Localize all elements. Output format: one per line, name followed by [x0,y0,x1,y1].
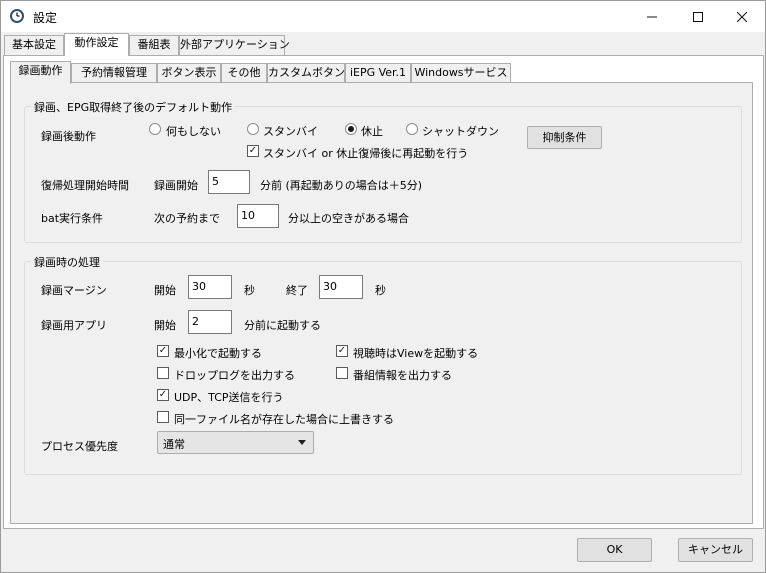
program-info-label: 番組情報を出力する [353,369,452,382]
drop-log-checkbox[interactable] [157,367,169,379]
tab-operation-settings[interactable]: 動作設定 [64,33,129,56]
tab-button-display[interactable]: ボタン表示 [157,63,221,83]
tab-reservation-info[interactable]: 予約情報管理 [71,63,157,83]
margin-start-label: 開始 [154,284,176,297]
margin-end-label: 終了 [286,284,308,297]
overwrite-checkbox[interactable] [157,411,169,423]
resume-prefix: 録画開始 [154,179,198,192]
overwrite-label: 同一ファイル名が存在した場合に上書きする [174,413,394,426]
process-priority-label: プロセス優先度 [41,440,118,453]
margin-label: 録画マージン [41,284,107,297]
radio-standby[interactable] [247,123,259,135]
radio-shutdown-label: シャットダウン [422,125,499,138]
udp-tcp-label: UDP、TCP送信を行う [174,391,284,404]
tab-basic-settings[interactable]: 基本設定 [4,35,64,55]
radio-do-nothing-label: 何もしない [166,125,221,138]
radio-hibernate[interactable] [345,123,357,135]
margin-end-input[interactable]: 30 [319,275,363,299]
tab-other[interactable]: その他 [221,63,267,83]
drop-log-label: ドロップログを出力する [174,369,295,382]
tab-program-guide[interactable]: 番組表 [129,35,179,55]
rec-app-minutes-input[interactable]: 2 [188,310,232,334]
resume-suffix: 分前 (再起動ありの場合は＋5分) [260,179,423,192]
bat-minutes-input[interactable]: 10 [237,204,279,228]
suppress-conditions-button[interactable]: 抑制条件 [527,126,602,149]
margin-start-unit: 秒 [244,284,255,297]
margin-start-input[interactable]: 30 [188,275,232,299]
cancel-button[interactable]: キャンセル [678,538,753,562]
tab-windows-service[interactable]: Windowsサービス [411,63,511,83]
recording-process-group-title: 録画時の処理 [31,254,103,270]
minimize-start-label: 最小化で起動する [174,347,262,360]
radio-standby-label: スタンバイ [263,125,318,138]
start-view-label: 視聴時はViewを起動する [353,347,479,360]
close-button[interactable] [719,1,765,32]
tab-custom-button[interactable]: カスタムボタン [267,63,345,83]
margin-end-unit: 秒 [375,284,386,297]
start-view-checkbox[interactable]: ✓ [336,345,348,357]
dropdown-arrow-icon [298,440,306,445]
clock-app-icon [10,9,24,23]
bat-suffix: 分以上の空きがある場合 [288,212,409,225]
resume-time-label: 復帰処理開始時間 [41,179,129,192]
ok-button[interactable]: OK [577,538,652,562]
minimize-start-checkbox[interactable]: ✓ [157,345,169,357]
after-rec-label: 録画後動作 [41,130,96,143]
maximize-icon [693,11,703,22]
title-bar: 設定 [1,1,765,32]
settings-window: 設定 基本設定 動作設定 番組表 外部アプリケーション 予約情報管理 ボタン表示… [0,0,766,573]
resume-minutes-input[interactable]: 5 [208,170,250,194]
process-priority-select[interactable]: 通常 [157,431,314,454]
udp-tcp-checkbox[interactable]: ✓ [157,389,169,401]
minimize-icon [647,16,657,17]
default-action-group-title: 録画、EPG取得終了後のデフォルト動作 [31,99,236,115]
reboot-after-resume-label: スタンバイ or 休止復帰後に再起動を行う [263,147,469,160]
window-title: 設定 [33,11,58,25]
radio-do-nothing[interactable] [149,123,161,135]
rec-app-suffix: 分前に起動する [244,319,321,332]
rec-app-label: 録画用アプリ [41,319,107,332]
close-icon [737,11,747,22]
minimize-button[interactable] [629,1,675,32]
tab-recording-operation[interactable]: 録画動作 [10,61,71,84]
reboot-after-resume-checkbox[interactable]: ✓ [247,145,259,157]
radio-hibernate-label: 休止 [361,125,383,138]
maximize-button[interactable] [675,1,721,32]
tab-external-apps[interactable]: 外部アプリケーション [179,35,290,55]
program-info-checkbox[interactable] [336,367,348,379]
bat-prefix: 次の予約まで [154,212,220,225]
rec-app-start-label: 開始 [154,319,176,332]
bat-condition-label: bat実行条件 [41,212,104,225]
process-priority-value: 通常 [163,438,185,451]
tab-iepg[interactable]: iEPG Ver.1 [345,63,411,83]
radio-shutdown[interactable] [406,123,418,135]
